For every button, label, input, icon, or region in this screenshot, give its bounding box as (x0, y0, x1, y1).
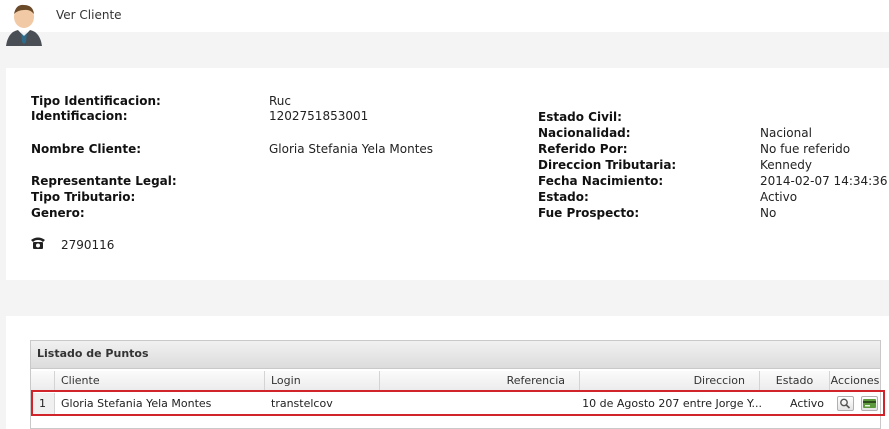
value-estado: Activo (760, 190, 798, 204)
value-nacionalidad: Nacional (760, 126, 812, 140)
value-fecha-nacimiento: 2014-02-07 14:34:36 (760, 174, 888, 188)
header-rownum (31, 371, 55, 391)
value-fue-prospecto: No (760, 206, 777, 220)
grid-title: Listado de Puntos (31, 341, 880, 369)
label-estado-civil: Estado Civil: (538, 110, 622, 124)
value-nombre-cliente: Gloria Stefania Yela Montes (269, 142, 434, 156)
header-cliente[interactable]: Cliente (55, 371, 265, 391)
label-direccion-tributaria: Direccion Tributaria: (538, 158, 677, 172)
header-estado[interactable]: Estado (760, 371, 830, 391)
value-direccion-tributaria: Kennedy (760, 158, 812, 172)
value-referido-por: No fue referido (760, 142, 851, 156)
row-highlight-outline (31, 390, 885, 416)
top-bar (0, 0, 889, 32)
page-title: Ver Cliente (56, 8, 122, 22)
label-tipo-identificacion: Tipo Identificacion: (31, 94, 161, 108)
header-referencia[interactable]: Referencia (380, 371, 580, 391)
value-tipo-identificacion: Ruc (269, 94, 292, 108)
label-tipo-tributario: Tipo Tributario: (31, 190, 136, 204)
label-fecha-nacimiento: Fecha Nacimiento: (538, 174, 664, 188)
label-identificacion: Identificacion: (31, 109, 128, 123)
grid-header: Cliente Login Referencia Direccion Estad… (31, 371, 880, 391)
label-referido-por: Referido Por: (538, 142, 628, 156)
header-direccion[interactable]: Direccion (580, 371, 760, 391)
label-fue-prospecto: Fue Prospecto: (538, 206, 640, 220)
telephone-icon (31, 237, 45, 249)
label-nombre-cliente: Nombre Cliente: (31, 142, 142, 156)
label-representante-legal: Representante Legal: (31, 174, 177, 188)
value-identificacion: 1202751853001 (269, 109, 369, 123)
user-avatar-icon (6, 4, 42, 46)
phone-number: 2790116 (61, 238, 115, 252)
header-acciones: Acciones (830, 374, 880, 387)
label-genero: Genero: (31, 206, 85, 220)
header-login[interactable]: Login (265, 371, 380, 391)
label-nacionalidad: Nacionalidad: (538, 126, 631, 140)
label-estado: Estado: (538, 190, 589, 204)
